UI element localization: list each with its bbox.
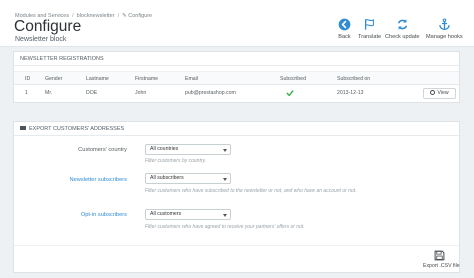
cell-email: pub@prestashop.com	[185, 90, 236, 96]
page-subtitle: Newsletter block	[15, 36, 67, 43]
select-value: All subscribers	[150, 175, 184, 181]
envelope-icon	[20, 126, 26, 130]
export-csv-button[interactable]: Export .CSV file	[423, 249, 460, 271]
help-text: Filter customers who have subscribed to …	[145, 188, 357, 194]
column-header-firstname[interactable]: Firstname	[135, 76, 158, 82]
table-header: ID Gender Lastname Firstname Email Subsc…	[14, 71, 459, 85]
export-csv-button-label: Export .CSV file	[423, 263, 460, 269]
flag-icon	[365, 19, 374, 30]
panel-heading: EXPORT CUSTOMERS' ADDRESSES	[14, 122, 459, 136]
back-button[interactable]: Back	[338, 18, 351, 40]
newsletter-registrations-panel: NEWSLETTER REGISTRATIONS ID Gender Lastn…	[13, 51, 460, 103]
breadcrumb-item: Configure	[128, 13, 153, 19]
column-header-gender[interactable]: Gender	[45, 76, 62, 82]
column-header-lastname[interactable]: Lastname	[86, 76, 109, 82]
cell-id: 1	[25, 90, 28, 96]
panel-heading: NEWSLETTER REGISTRATIONS	[14, 52, 459, 66]
cell-gender: Mr.	[45, 90, 53, 96]
newsletter-subscribers-select[interactable]: All subscribers	[145, 173, 231, 184]
column-header-subscribed-on[interactable]: Subscribed on	[337, 76, 370, 82]
help-text: Filter customers by country.	[145, 158, 207, 164]
manage-hooks-button-label: Manage hooks	[426, 34, 463, 40]
floppy-disk-icon	[434, 250, 444, 261]
table-row: 1 Mr. DOE John pub@prestashop.com 2013-1…	[14, 85, 459, 102]
search-icon	[430, 90, 436, 95]
page-header: Modules and Services / blocknewsletter / ✎ C…	[0, 0, 474, 47]
help-text: Filter customers who have agreed to rece…	[145, 224, 305, 230]
opt-in-subscribers-select[interactable]: All customers	[145, 209, 231, 220]
cell-lastname: DOE	[86, 90, 98, 96]
divider	[14, 245, 459, 246]
customers-country-label: Customers' country	[78, 147, 127, 153]
cell-subscribed-on: 2013-12-13	[337, 90, 364, 96]
panel-heading-label: EXPORT CUSTOMERS' ADDRESSES	[29, 126, 125, 132]
check-update-button-label: Check update	[385, 34, 420, 40]
opt-in-subscribers-label[interactable]: Opt-in subscribers	[17, 212, 127, 218]
view-button[interactable]: View	[423, 88, 456, 99]
column-header-subscribed[interactable]: Subscribed	[280, 76, 306, 82]
back-arrow-icon	[338, 18, 351, 31]
breadcrumb-separator: /	[117, 13, 120, 19]
view-button-label: View	[437, 90, 449, 96]
back-button-label: Back	[338, 34, 351, 40]
cell-firstname: John	[135, 90, 147, 96]
export-addresses-panel: EXPORT CUSTOMERS' ADDRESSES Customers' c…	[13, 121, 460, 273]
select-value: All countries	[150, 146, 179, 152]
anchor-icon	[439, 18, 450, 31]
column-header-id[interactable]: ID	[25, 76, 30, 82]
breadcrumb-item[interactable]: blocknewsletter	[77, 13, 115, 19]
translate-button[interactable]: Translate	[358, 18, 381, 40]
column-header-email[interactable]: Email	[185, 76, 198, 82]
check-icon	[286, 90, 294, 97]
refresh-icon	[397, 19, 407, 30]
translate-button-label: Translate	[358, 34, 382, 40]
customers-country-select[interactable]: All countries	[145, 144, 231, 155]
manage-hooks-button[interactable]: Manage hooks	[426, 18, 463, 40]
check-update-button[interactable]: Check update	[385, 18, 420, 40]
select-value: All customers	[150, 211, 182, 217]
chevron-down-icon	[223, 148, 227, 152]
chevron-down-icon	[223, 213, 227, 217]
page-title: Configure	[14, 18, 82, 35]
chevron-down-icon	[223, 177, 227, 181]
newsletter-subscribers-label[interactable]: Newsletter subscribers	[17, 177, 127, 183]
